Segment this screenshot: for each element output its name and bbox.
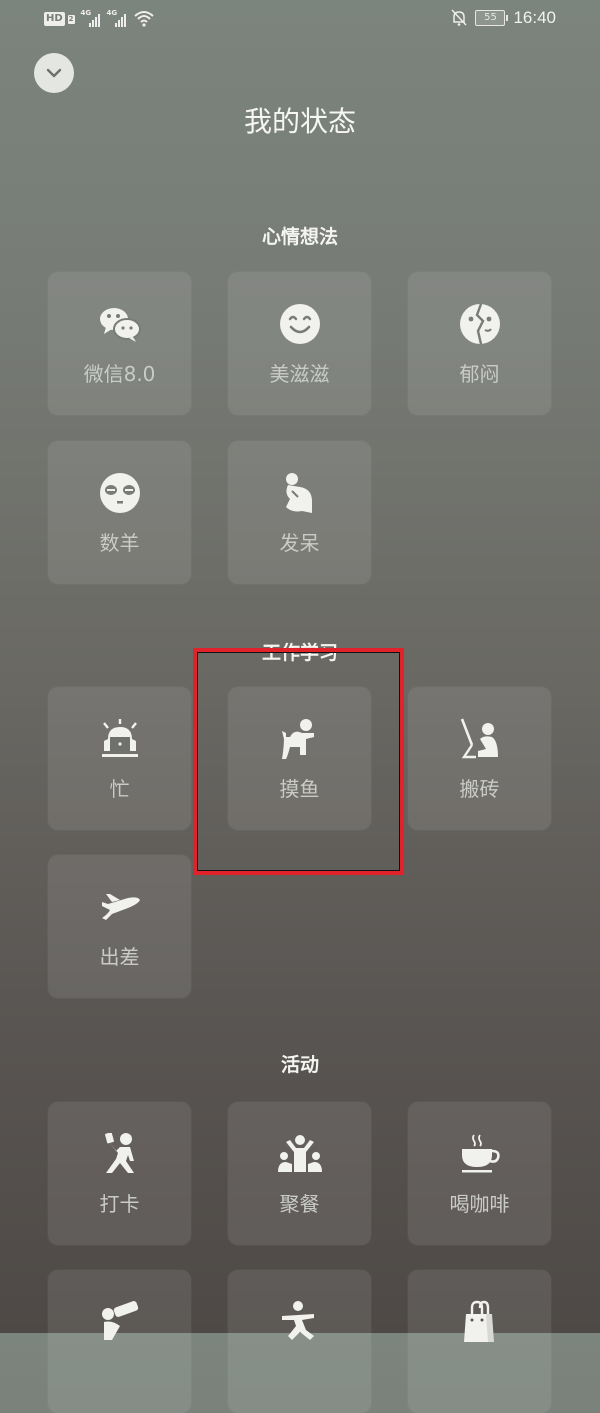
section-title-work: 工作学习 <box>261 642 338 664</box>
drinking-icon <box>98 1300 142 1344</box>
status-right: 55 16:40 <box>451 8 556 28</box>
status-tile-counting-sheep[interactable]: 数羊 <box>48 441 191 584</box>
page-title: 我的状态 <box>243 105 356 138</box>
status-tile-exercise[interactable] <box>228 1270 371 1413</box>
exercise-icon <box>278 1300 322 1344</box>
status-tile-check-in[interactable]: 打卡 <box>48 1102 191 1245</box>
status-tile-busy[interactable]: 忙 <box>48 687 191 830</box>
shopping-bag-icon <box>458 1300 502 1344</box>
collapse-button[interactable] <box>34 53 74 93</box>
tile-label: 数羊 <box>99 531 140 555</box>
group-cheer-icon <box>277 1132 322 1176</box>
signal-icon: 4G <box>107 9 127 27</box>
status-tile-slacking[interactable]: 摸鱼 <box>228 687 371 830</box>
alarm-laptop-icon <box>98 717 142 761</box>
airplane-icon <box>98 885 142 929</box>
status-tile-shopping[interactable] <box>408 1270 551 1413</box>
battery-icon: 55 <box>475 10 509 26</box>
tile-label: 搬砖 <box>459 777 500 801</box>
tile-label: 喝咖啡 <box>449 1192 510 1216</box>
tile-label: 出差 <box>99 945 140 969</box>
status-left: HD 2 4G 4G <box>44 9 155 28</box>
status-bar: HD 2 4G 4G 55 16:40 <box>0 0 600 40</box>
sleepy-face-icon <box>98 471 142 515</box>
status-tile-wechat[interactable]: 微信8.0 <box>48 272 191 415</box>
wifi-icon <box>133 11 154 27</box>
thinker-icon <box>278 471 322 515</box>
hd-icon: HD <box>44 12 65 26</box>
status-tile-drinking[interactable] <box>48 1270 191 1413</box>
status-tile-coffee[interactable]: 喝咖啡 <box>408 1102 551 1245</box>
section-title-mood: 心情想法 <box>261 226 338 248</box>
tile-label: 摸鱼 <box>279 777 320 801</box>
broken-face-icon <box>458 302 502 346</box>
selfie-walker-icon <box>98 1132 142 1176</box>
coffee-cup-icon <box>458 1132 502 1176</box>
status-tile-grinding[interactable]: 搬砖 <box>408 687 551 830</box>
tile-label: 郁闷 <box>459 362 500 386</box>
bell-off-icon <box>451 9 468 26</box>
tile-label: 忙 <box>109 777 130 801</box>
status-tile-business-trip[interactable]: 出差 <box>48 855 191 998</box>
toilet-person-icon <box>278 717 322 761</box>
status-tile-happy[interactable]: 美滋滋 <box>228 272 371 415</box>
clock: 16:40 <box>513 8 556 27</box>
signal-icon: 4G <box>81 9 101 27</box>
status-tile-gloomy[interactable]: 郁闷 <box>408 272 551 415</box>
tile-label: 打卡 <box>99 1192 140 1216</box>
tile-label: 美滋滋 <box>269 362 330 386</box>
tile-label: 微信8.0 <box>83 362 156 386</box>
section-title-activities: 活动 <box>280 1054 319 1076</box>
tile-label: 发呆 <box>279 531 320 555</box>
status-tile-daze[interactable]: 发呆 <box>228 441 371 584</box>
tile-label: 聚餐 <box>279 1192 320 1216</box>
desk-worker-icon <box>458 717 502 761</box>
chevron-down-icon <box>46 68 62 78</box>
smile-face-icon <box>278 302 322 346</box>
status-tile-dinner[interactable]: 聚餐 <box>228 1102 371 1245</box>
wechat-icon <box>98 302 142 346</box>
hd-sub-icon: 2 <box>67 14 75 24</box>
